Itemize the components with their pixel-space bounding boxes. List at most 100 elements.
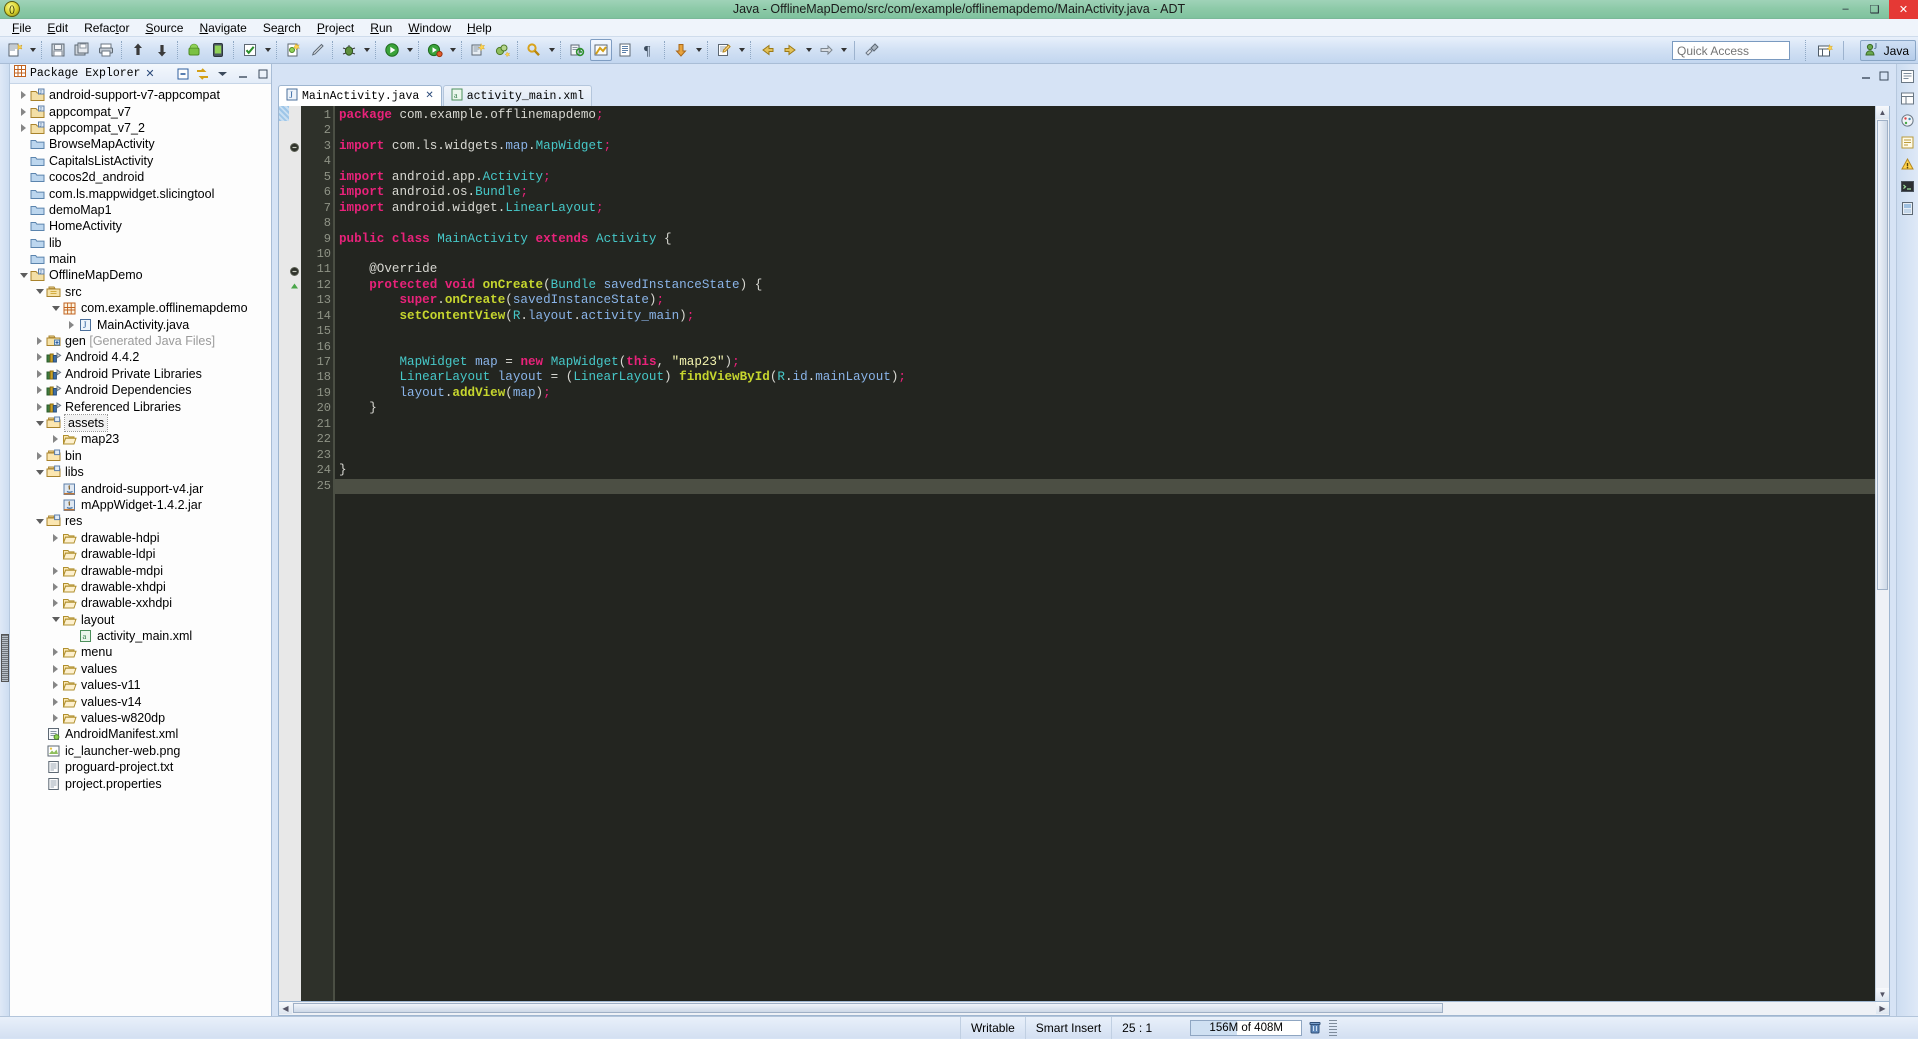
tree-expander-icon[interactable] <box>34 382 45 398</box>
tree-expander-icon[interactable] <box>18 104 29 120</box>
tree-item[interactable]: cocos2d_android <box>10 169 271 185</box>
menu-navigate[interactable]: Navigate <box>191 20 254 36</box>
scroll-down-icon[interactable]: ▼ <box>1876 988 1889 1001</box>
outline-view-icon[interactable] <box>1899 68 1916 85</box>
tree-item[interactable]: demoMap1 <box>10 202 271 218</box>
forward-dropdown-icon[interactable] <box>803 39 814 61</box>
tree-expander-icon[interactable] <box>34 399 45 415</box>
pen-icon[interactable] <box>306 39 328 61</box>
tree-item[interactable]: android-support-v4.jar <box>10 480 271 496</box>
tree-item[interactable]: com.ls.mappwidget.slicingtool <box>10 185 271 201</box>
tree-expander-icon[interactable] <box>50 579 61 595</box>
open-perspective-icon[interactable] <box>1814 41 1836 61</box>
fold-marker-icon[interactable] <box>290 143 299 152</box>
new-package-icon[interactable] <box>491 39 513 61</box>
debug-dropdown-icon[interactable] <box>361 39 372 61</box>
menu-file[interactable]: File <box>4 20 39 36</box>
print-icon[interactable] <box>95 39 117 61</box>
tree-item[interactable]: Android Dependencies <box>10 382 271 398</box>
tree-item[interactable]: Android 4.4.2 <box>10 349 271 365</box>
next-annotation-dropdown-icon[interactable] <box>693 39 704 61</box>
folding-gutter[interactable] <box>289 106 301 1001</box>
tree-item[interactable]: Referenced Libraries <box>10 398 271 414</box>
last-edit-location-icon[interactable] <box>713 39 735 61</box>
tree-item[interactable]: values <box>10 661 271 677</box>
new-android-xml-icon[interactable] <box>282 39 304 61</box>
run-as-icon[interactable] <box>424 39 446 61</box>
scroll-up-icon[interactable]: ▲ <box>1876 106 1889 119</box>
menu-refactor[interactable]: Refactor <box>76 20 137 36</box>
lint-warnings-icon[interactable] <box>1899 156 1916 173</box>
editor-horizontal-scrollbar[interactable]: ◀ ▶ <box>278 1002 1890 1016</box>
forward-arrow-icon[interactable] <box>815 39 837 61</box>
tree-expander-icon[interactable] <box>34 333 45 349</box>
import-icon[interactable] <box>151 39 173 61</box>
tree-expander-icon[interactable] <box>34 464 45 480</box>
pin-editor-icon[interactable] <box>861 39 883 61</box>
tree-item[interactable]: values-w820dp <box>10 710 271 726</box>
tree-item[interactable]: Jappcompat_v7_2 <box>10 120 271 136</box>
tree-item[interactable]: drawable-mdpi <box>10 562 271 578</box>
hscroll-thumb[interactable] <box>293 1003 1443 1013</box>
android-sdk-manager-icon[interactable] <box>183 39 205 61</box>
tree-item[interactable]: JMainActivity.java <box>10 316 271 332</box>
tree-expander-icon[interactable] <box>50 644 61 660</box>
tree-item[interactable]: ic_launcher-web.png <box>10 743 271 759</box>
heap-status[interactable]: 156M of 408M <box>1190 1019 1337 1036</box>
editor-minimize-icon[interactable] <box>1859 70 1872 83</box>
new-wizard-icon[interactable] <box>4 39 26 61</box>
tree-item[interactable]: values-v14 <box>10 693 271 709</box>
tree-item[interactable]: lib <box>10 235 271 251</box>
menu-help[interactable]: Help <box>459 20 500 36</box>
tree-expander-icon[interactable] <box>50 694 61 710</box>
forward-icon[interactable] <box>780 39 802 61</box>
tree-expander-icon[interactable] <box>34 366 45 382</box>
tree-item[interactable]: proguard-project.txt <box>10 759 271 775</box>
fold-collapse-arrow-icon[interactable] <box>290 282 299 291</box>
tree-expander-icon[interactable] <box>34 513 45 529</box>
lint-icon[interactable] <box>239 39 261 61</box>
tree-expander-icon[interactable] <box>34 349 45 365</box>
graphical-layout-icon[interactable] <box>1899 200 1916 217</box>
tree-expander-icon[interactable] <box>18 267 29 283</box>
tree-expander-icon[interactable] <box>18 120 29 136</box>
menu-search[interactable]: Search <box>255 20 309 36</box>
status-resize-handle[interactable] <box>1329 1020 1337 1036</box>
save-all-icon[interactable] <box>71 39 93 61</box>
tree-expander-icon[interactable] <box>34 415 45 431</box>
menu-window[interactable]: Window <box>400 20 459 36</box>
tree-item[interactable]: main <box>10 251 271 267</box>
menu-project[interactable]: Project <box>309 20 362 36</box>
tree-item[interactable]: drawable-hdpi <box>10 530 271 546</box>
quick-access-input[interactable] <box>1672 41 1790 60</box>
last-edit-dropdown-icon[interactable] <box>736 39 747 61</box>
tree-expander-icon[interactable] <box>34 448 45 464</box>
tree-item[interactable]: Jandroid-support-v7-appcompat <box>10 87 271 103</box>
tree-item[interactable]: map23 <box>10 431 271 447</box>
tree-expander-icon[interactable] <box>50 563 61 579</box>
search-dropdown-icon[interactable] <box>546 39 557 61</box>
tree-expander-icon[interactable] <box>50 710 61 726</box>
tree-expander-icon[interactable] <box>50 300 61 316</box>
tree-item[interactable]: Android Private Libraries <box>10 366 271 382</box>
back-icon[interactable] <box>756 39 778 61</box>
vscroll-thumb[interactable] <box>1877 120 1888 590</box>
view-menu-icon[interactable] <box>214 65 231 82</box>
snippets-icon[interactable] <box>1899 134 1916 151</box>
tree-item[interactable]: layout <box>10 612 271 628</box>
run-icon[interactable] <box>381 39 403 61</box>
tab-mainactivity-java[interactable]: J MainActivity.java ✕ <box>278 85 442 106</box>
lint-dropdown-icon[interactable] <box>262 39 273 61</box>
code-editor[interactable]: 1234567891011121314151617181920212223242… <box>278 106 1890 1002</box>
tree-expander-icon[interactable] <box>50 431 61 447</box>
close-icon[interactable]: ✕ <box>145 67 154 80</box>
export-icon[interactable] <box>127 39 149 61</box>
maximize-icon[interactable] <box>254 65 271 82</box>
new-wizard-dropdown-icon[interactable] <box>27 39 38 61</box>
tree-item[interactable]: drawable-xhdpi <box>10 579 271 595</box>
next-annotation-icon[interactable] <box>670 39 692 61</box>
properties-view-icon[interactable] <box>1899 90 1916 107</box>
tree-item[interactable]: AndroidManifest.xml <box>10 726 271 742</box>
tree-item[interactable]: assets <box>10 415 271 431</box>
palette-icon[interactable] <box>1899 112 1916 129</box>
